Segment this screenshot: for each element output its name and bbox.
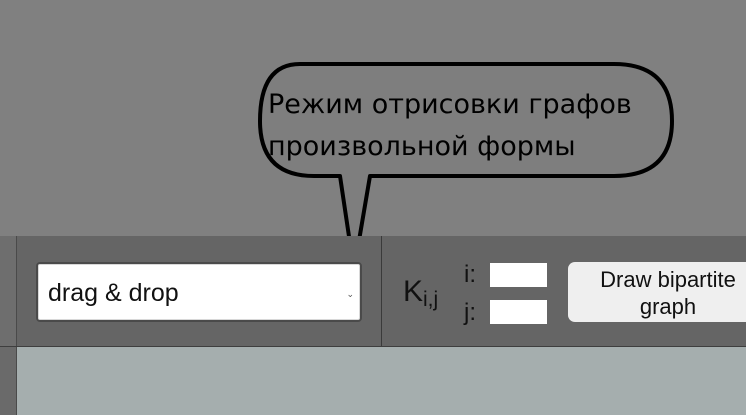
chevron-down-icon: ⌄ — [346, 290, 354, 300]
tooltip-line-1: Режим отрисовки графов — [268, 89, 632, 120]
tooltip-text: Режим отрисовки графов произвольной форм… — [268, 84, 668, 168]
i-label: i: — [464, 261, 476, 288]
bipartite-subscript: i,j — [423, 288, 439, 311]
i-input[interactable] — [490, 263, 547, 287]
draw-bipartite-graph-button[interactable]: Draw bipartite graph — [568, 262, 746, 322]
draw-button-label-line-1: Draw bipartite — [600, 267, 736, 292]
draw-mode-value: drag & drop — [48, 279, 179, 307]
toolbar: drag & drop ⌄ K i,j i: j: Draw bipartite… — [0, 236, 746, 347]
j-label: j: — [464, 299, 476, 326]
j-input[interactable] — [490, 300, 547, 324]
bipartite-symbol: K — [403, 275, 424, 308]
toolbar-divider — [381, 236, 382, 347]
draw-button-label-line-2: graph — [639, 294, 697, 319]
toolbar-left-edge — [0, 236, 17, 347]
graph-canvas[interactable] — [0, 347, 746, 415]
canvas-left-strip — [0, 347, 17, 415]
tooltip-line-2: произвольной формы — [268, 131, 576, 162]
draw-mode-select[interactable]: drag & drop ⌄ — [36, 262, 362, 322]
